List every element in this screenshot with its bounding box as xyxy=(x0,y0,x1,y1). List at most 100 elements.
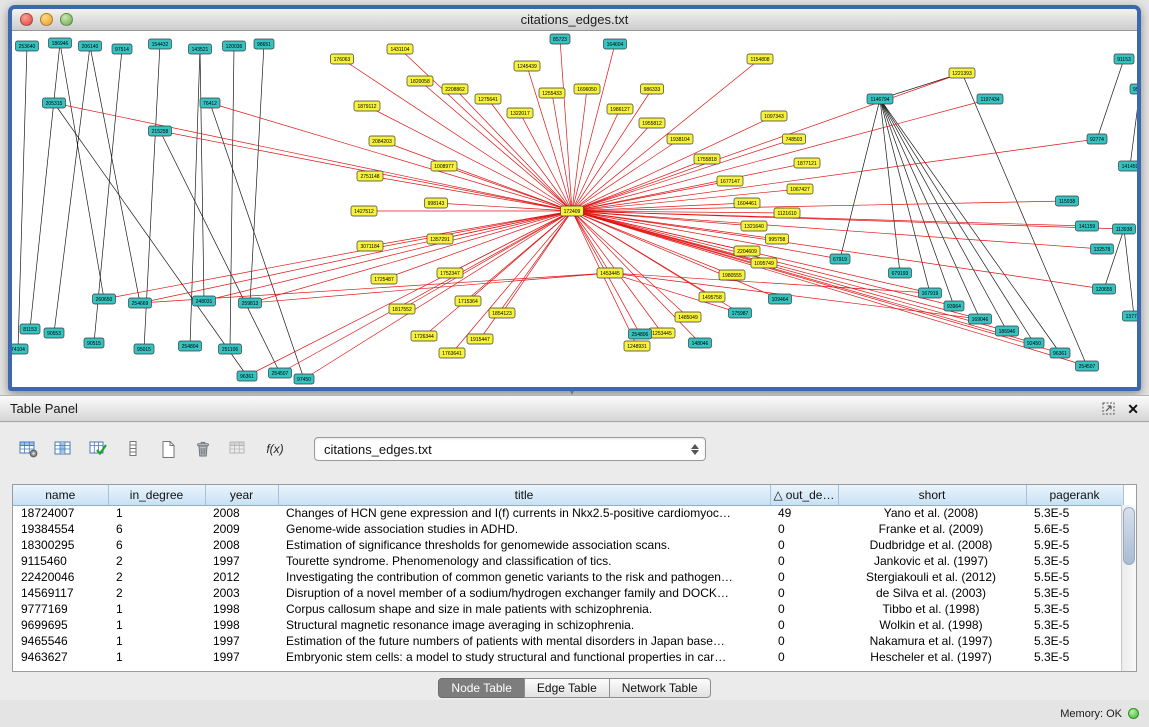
graph-node[interactable]: 1275641 xyxy=(475,94,501,104)
graph-node[interactable]: 1696050 xyxy=(574,84,600,94)
graph-node[interactable]: 1877121 xyxy=(794,158,820,168)
table-selector-dropdown[interactable]: citations_edges.txt xyxy=(314,437,706,461)
graph-node[interactable]: 96361 xyxy=(1050,348,1070,358)
graph-node[interactable]: 679193 xyxy=(889,268,912,278)
column-header-short[interactable]: short xyxy=(838,485,1026,505)
table-cell[interactable]: 5.3E-5 xyxy=(1026,553,1123,569)
table-row[interactable]: 911546021997Tourette syndrome. Phenomeno… xyxy=(13,553,1123,569)
graph-node[interactable]: 1755818 xyxy=(694,154,720,164)
table-cell[interactable]: 1997 xyxy=(205,633,278,649)
graph-node[interactable]: 115938 xyxy=(1056,196,1079,206)
graph-node[interactable]: 141459 xyxy=(1119,161,1138,171)
column-header-out_de[interactable]: △out_de… xyxy=(770,485,838,505)
table-cell[interactable]: 2008 xyxy=(205,537,278,553)
graph-node[interactable]: 2208862 xyxy=(442,84,468,94)
row-height-icon[interactable] xyxy=(119,436,147,462)
table-cell[interactable]: 49 xyxy=(770,505,838,521)
table-cell[interactable]: Yano et al. (2008) xyxy=(838,505,1026,521)
tab-network-table[interactable]: Network Table xyxy=(609,678,711,698)
column-header-title[interactable]: title xyxy=(278,485,770,505)
zoom-window-button[interactable] xyxy=(60,13,73,26)
graph-node[interactable]: 1604461 xyxy=(734,198,760,208)
table-cell[interactable]: 9465546 xyxy=(13,633,108,649)
table-cell[interactable]: 2009 xyxy=(205,521,278,537)
graph-node[interactable]: 81153 xyxy=(20,324,40,334)
graph-node[interactable]: 67919 xyxy=(830,254,850,264)
table-cell[interactable]: 1 xyxy=(108,649,205,665)
graph-node[interactable]: 1095749 xyxy=(751,258,777,268)
column-header-year[interactable]: year xyxy=(205,485,278,505)
graph-node[interactable]: 205315 xyxy=(43,98,66,108)
column-header-name[interactable]: name xyxy=(13,485,108,505)
table-cell[interactable]: 14569117 xyxy=(13,585,108,601)
table-cell[interactable]: 5.3E-5 xyxy=(1026,505,1123,521)
graph-node[interactable]: 76412 xyxy=(200,98,220,108)
table-cell[interactable]: 5.3E-5 xyxy=(1026,617,1123,633)
table-cell[interactable]: 6 xyxy=(108,521,205,537)
table-cell[interactable]: Hescheler et al. (1997) xyxy=(838,649,1026,665)
graph-node[interactable]: 260650 xyxy=(93,294,116,304)
show-columns-icon[interactable] xyxy=(49,436,77,462)
table-row[interactable]: 977716911998Corpus callosum shape and si… xyxy=(13,601,1123,617)
graph-node[interactable]: 251106 xyxy=(219,344,242,354)
graph-node[interactable]: 3071184 xyxy=(357,241,383,251)
graph-node[interactable]: 141159 xyxy=(1076,221,1099,231)
table-cell[interactable]: 1998 xyxy=(205,601,278,617)
graph-node[interactable]: 254804 xyxy=(179,341,202,351)
graph-node[interactable]: 1427512 xyxy=(351,206,377,216)
panel-splitter-handle[interactable]: ▾ xyxy=(566,390,578,396)
graph-node[interactable]: 1726344 xyxy=(411,331,437,341)
table-cell[interactable]: 0 xyxy=(770,585,838,601)
graph-node[interactable]: 120036 xyxy=(223,41,246,51)
graph-node[interactable]: 253640 xyxy=(16,41,39,51)
table-cell[interactable]: de Silva et al. (2003) xyxy=(838,585,1026,601)
graph-node[interactable]: 986333 xyxy=(641,84,664,94)
tab-edge-table[interactable]: Edge Table xyxy=(524,678,610,698)
graph-node[interactable]: 113938 xyxy=(1113,224,1136,234)
table-row[interactable]: 1938455462009Genome-wide association stu… xyxy=(13,521,1123,537)
table-cell[interactable]: Genome-wide association studies in ADHD. xyxy=(278,521,770,537)
table-cell[interactable]: 0 xyxy=(770,649,838,665)
graph-node[interactable]: 1255433 xyxy=(539,88,565,98)
graph-node[interactable]: 998143 xyxy=(425,198,448,208)
table-cell[interactable]: 0 xyxy=(770,569,838,585)
table-cell[interactable]: 1 xyxy=(108,601,205,617)
table-cell[interactable]: 1997 xyxy=(205,553,278,569)
graph-node[interactable]: 1715364 xyxy=(455,296,481,306)
table-cell[interactable]: 2 xyxy=(108,585,205,601)
graph-node[interactable]: 1221393 xyxy=(949,68,975,78)
table-row[interactable]: 946554611997Estimation of the future num… xyxy=(13,633,1123,649)
graph-node[interactable]: 143521 xyxy=(189,44,212,54)
table-cell[interactable]: 22420046 xyxy=(13,569,108,585)
graph-node[interactable]: 1763641 xyxy=(439,348,465,358)
graph-node[interactable]: 1980555 xyxy=(719,270,745,280)
graph-node[interactable]: 1955812 xyxy=(639,118,665,128)
table-cell[interactable]: Disruption of a novel member of a sodium… xyxy=(278,585,770,601)
table-cell[interactable]: 0 xyxy=(770,553,838,569)
table-cell[interactable]: 9463627 xyxy=(13,649,108,665)
graph-node[interactable]: 120655 xyxy=(1093,284,1116,294)
graph-node[interactable]: 1197434 xyxy=(977,94,1003,104)
table-row[interactable]: 1872400712008Changes of HCN gene express… xyxy=(13,505,1123,521)
graph-node[interactable]: 1008977 xyxy=(431,161,457,171)
table-cell[interactable]: 2012 xyxy=(205,569,278,585)
graph-node[interactable]: 96361 xyxy=(237,371,257,381)
table-cell[interactable]: 5.5E-5 xyxy=(1026,569,1123,585)
graph-node[interactable]: 175987 xyxy=(729,308,752,318)
table-cell[interactable]: Estimation of the future numbers of pati… xyxy=(278,633,770,649)
delete-table-icon[interactable] xyxy=(189,436,217,462)
table-cell[interactable]: 18300295 xyxy=(13,537,108,553)
graph-node[interactable]: 1817552 xyxy=(389,304,415,314)
graph-node[interactable]: 1121610 xyxy=(774,208,800,218)
graph-node[interactable]: 215258 xyxy=(149,126,172,136)
table-cell[interactable]: Investigating the contribution of common… xyxy=(278,569,770,585)
graph-node[interactable]: 90553 xyxy=(44,328,64,338)
table-cell[interactable]: Tourette syndrome. Phenomenology and cla… xyxy=(278,553,770,569)
graph-node[interactable]: 2084203 xyxy=(369,136,395,146)
table-cell[interactable]: 0 xyxy=(770,521,838,537)
table-row[interactable]: 2242004622012Investigating the contribut… xyxy=(13,569,1123,585)
table-scrollbar[interactable] xyxy=(1121,505,1136,671)
table-row[interactable]: 1456911722003Disruption of a novel membe… xyxy=(13,585,1123,601)
graph-node[interactable]: 164604 xyxy=(604,39,627,49)
graph-node[interactable]: 154432 xyxy=(149,39,172,49)
